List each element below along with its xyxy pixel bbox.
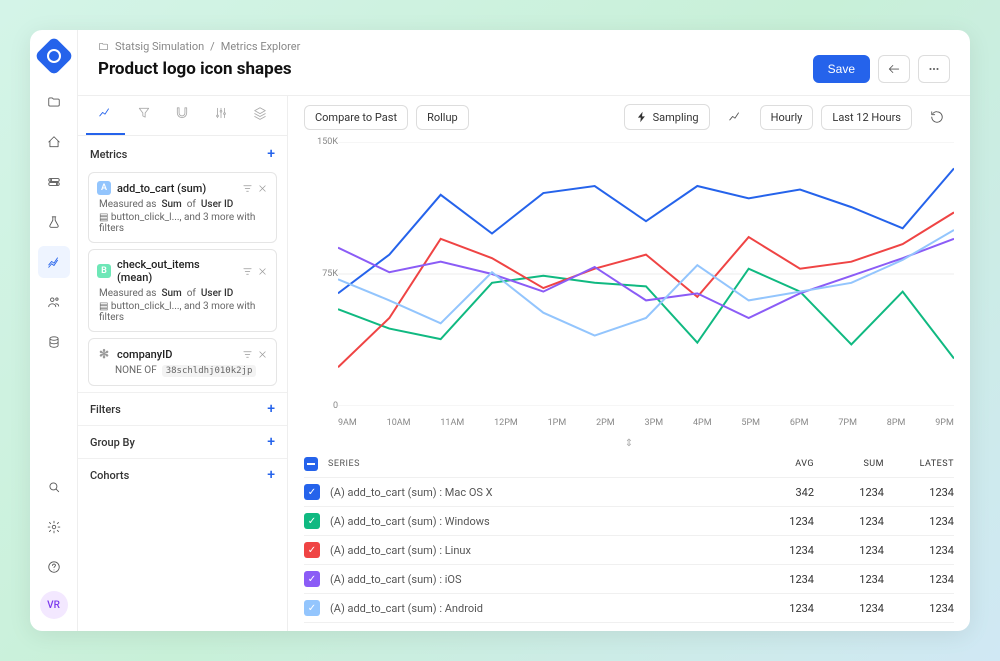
more-button[interactable] xyxy=(918,55,950,83)
metric-badge: ✻ xyxy=(97,347,111,361)
layers-icon xyxy=(253,106,267,120)
sliders-icon xyxy=(214,106,228,120)
magnet-icon xyxy=(175,106,189,120)
nav-experiments[interactable] xyxy=(38,206,70,238)
resize-handle[interactable]: ⇕ xyxy=(288,436,970,451)
chart-toolbar: Compare to Past Rollup Sampling Hourly L… xyxy=(288,96,970,138)
bolt-icon xyxy=(635,110,649,124)
series-checkbox[interactable]: ✓ xyxy=(304,484,320,500)
nav-search[interactable] xyxy=(38,471,70,503)
metric-card-1[interactable]: B check_out_items (mean) Measured as Sum… xyxy=(88,249,277,332)
section-filters: Filters+ xyxy=(78,392,287,425)
crumb-1[interactable]: Metrics Explorer xyxy=(221,40,301,53)
granularity-button[interactable]: Hourly xyxy=(760,105,814,130)
refresh-icon xyxy=(930,110,944,124)
folder-icon xyxy=(98,41,109,52)
compare-to-past-button[interactable]: Compare to Past xyxy=(304,105,408,130)
nav-folder[interactable] xyxy=(38,86,70,118)
metrics-header: Metrics + xyxy=(78,136,287,172)
table-row[interactable]: ✓ (A) add_to_cart (sum) : iOS 1234123412… xyxy=(304,565,954,594)
filter-icon[interactable] xyxy=(242,349,253,360)
metric-card-0[interactable]: A add_to_cart (sum) Measured as Sum of U… xyxy=(88,172,277,243)
filter-icon[interactable] xyxy=(242,183,253,194)
chart-icon xyxy=(98,106,112,120)
more-icon xyxy=(927,62,941,76)
add-cohorts-button[interactable]: + xyxy=(267,467,275,483)
arrow-back-icon xyxy=(887,62,901,76)
series-checkbox[interactable]: ✓ xyxy=(304,513,320,529)
crumb-0[interactable]: Statsig Simulation xyxy=(115,40,204,53)
sampling-button[interactable]: Sampling xyxy=(624,104,710,130)
user-avatar[interactable]: VR xyxy=(40,591,68,619)
nav-switch[interactable] xyxy=(38,166,70,198)
metric-card-2[interactable]: ✻ companyID NONE OF 38schldhj010k2jp xyxy=(88,338,277,386)
tab-retention[interactable] xyxy=(163,96,202,135)
series-checkbox[interactable]: ✓ xyxy=(304,542,320,558)
line-icon xyxy=(728,110,742,124)
chart-type-button[interactable] xyxy=(718,105,752,129)
add-metric-button[interactable]: + xyxy=(267,146,275,162)
nav-database[interactable] xyxy=(38,326,70,358)
series-checkbox[interactable]: ✓ xyxy=(304,600,320,616)
metric-badge: A xyxy=(97,181,111,195)
close-icon[interactable] xyxy=(257,183,268,194)
chart-canvas: 075K150K 9AM10AM11AM12PM1PM2PM3PM4PM5PM6… xyxy=(288,138,970,436)
app-logo xyxy=(34,36,74,76)
section-cohorts: Cohorts+ xyxy=(78,458,287,491)
save-button[interactable]: Save xyxy=(813,55,870,83)
series-table: SERIES AVG SUM LATEST ✓ (A) add_to_cart … xyxy=(288,451,970,631)
close-icon[interactable] xyxy=(257,266,268,277)
section-group-by: Group By+ xyxy=(78,425,287,458)
close-icon[interactable] xyxy=(257,349,268,360)
table-row[interactable]: ✓ (A) add_to_cart (sum) : Linux 12341234… xyxy=(304,536,954,565)
tab-chart[interactable] xyxy=(86,96,125,135)
rollup-button[interactable]: Rollup xyxy=(416,105,469,130)
back-button[interactable] xyxy=(878,55,910,83)
time-range-button[interactable]: Last 12 Hours xyxy=(821,105,912,130)
refresh-button[interactable] xyxy=(920,105,954,129)
app-window: VR Statsig Simulation / Metrics Explorer… xyxy=(30,30,970,631)
nav-users[interactable] xyxy=(38,286,70,318)
main-area: Statsig Simulation / Metrics Explorer Pr… xyxy=(78,30,970,631)
filter-icon[interactable] xyxy=(242,266,253,277)
nav-settings[interactable] xyxy=(38,511,70,543)
titlebar: Product logo icon shapes Save xyxy=(78,55,970,95)
chart-area: Compare to Past Rollup Sampling Hourly L… xyxy=(288,96,970,631)
tab-layers[interactable] xyxy=(240,96,279,135)
nav-help[interactable] xyxy=(38,551,70,583)
config-panel: Metrics + A add_to_cart (sum) Measured a… xyxy=(78,96,288,631)
funnel-icon xyxy=(137,106,151,120)
nav-metrics[interactable] xyxy=(38,246,70,278)
table-row[interactable]: ✓ (A) add_to_cart (sum) : Windows 123412… xyxy=(304,507,954,536)
page-title: Product logo icon shapes xyxy=(98,59,292,79)
add-filters-button[interactable]: + xyxy=(267,401,275,417)
series-checkbox[interactable]: ✓ xyxy=(304,571,320,587)
tab-bars[interactable] xyxy=(202,96,241,135)
select-all-checkbox[interactable] xyxy=(304,457,318,471)
config-tabs xyxy=(78,96,287,136)
table-row[interactable]: ✓ (A) add_to_cart (sum) : Mac OS X 34212… xyxy=(304,478,954,507)
nav-rail: VR xyxy=(30,30,78,631)
metric-badge: B xyxy=(97,264,111,278)
add-group by-button[interactable]: + xyxy=(267,434,275,450)
nav-home[interactable] xyxy=(38,126,70,158)
breadcrumb: Statsig Simulation / Metrics Explorer xyxy=(78,30,970,55)
tab-filter[interactable] xyxy=(125,96,164,135)
table-row[interactable]: ✓ (A) add_to_cart (sum) : Android 123412… xyxy=(304,594,954,623)
